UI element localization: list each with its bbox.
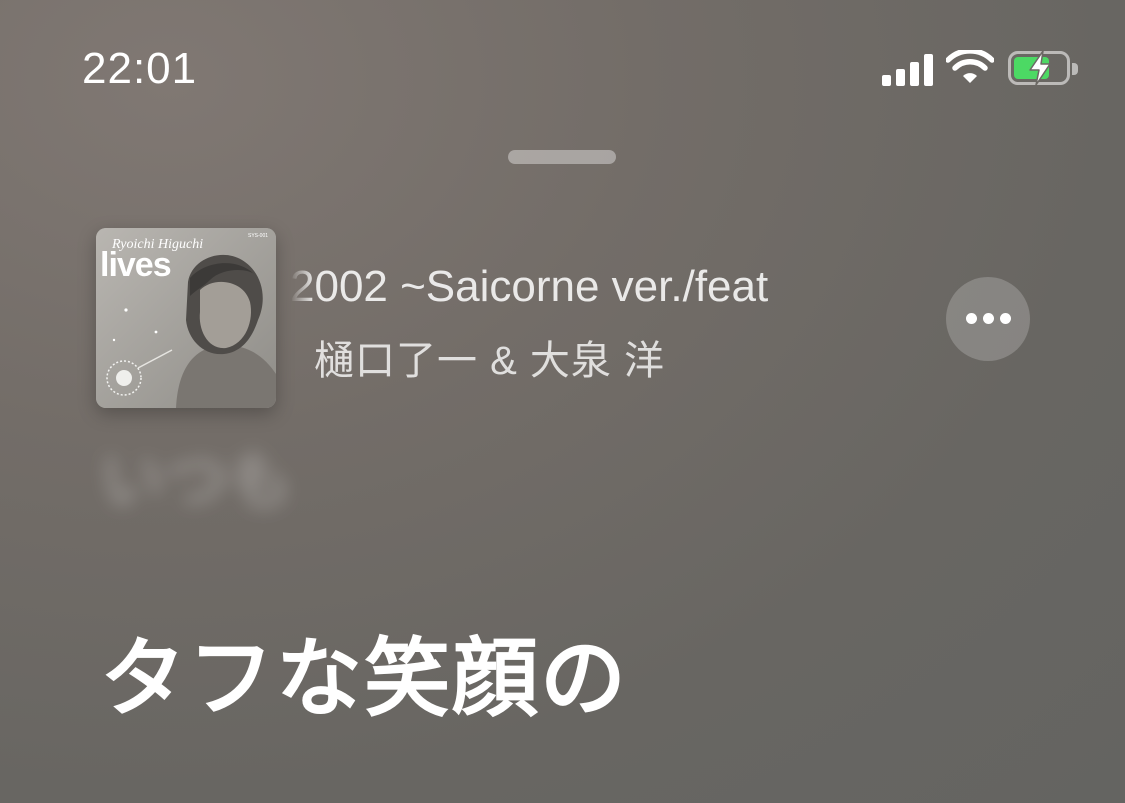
lyric-line-previous[interactable]: いつも [100, 430, 292, 522]
lyric-line-current[interactable]: タフな笑顔の [100, 608, 628, 733]
status-bar: 22:01 [0, 0, 1125, 140]
track-artist[interactable]: 樋口了一 & 大泉 洋 [314, 328, 665, 386]
battery-charging-icon [1008, 50, 1070, 86]
album-cover-title-text: lives [100, 246, 172, 284]
status-time: 22:01 [82, 44, 198, 93]
sheet-grabber-handle[interactable] [508, 150, 616, 164]
wifi-icon [946, 50, 994, 83]
more-options-button[interactable] [946, 277, 1030, 361]
battery-cap [1072, 63, 1078, 75]
charging-bolt-icon [1029, 50, 1051, 86]
track-title[interactable]: 2002 ~Saicorne ver./feat [290, 262, 875, 318]
cellular-signal-icon [882, 54, 934, 86]
album-cover-catalog-text: SYS-001 [248, 233, 269, 239]
album-artwork[interactable]: Ryoichi Higuchi lives SYS-001 [96, 228, 276, 408]
